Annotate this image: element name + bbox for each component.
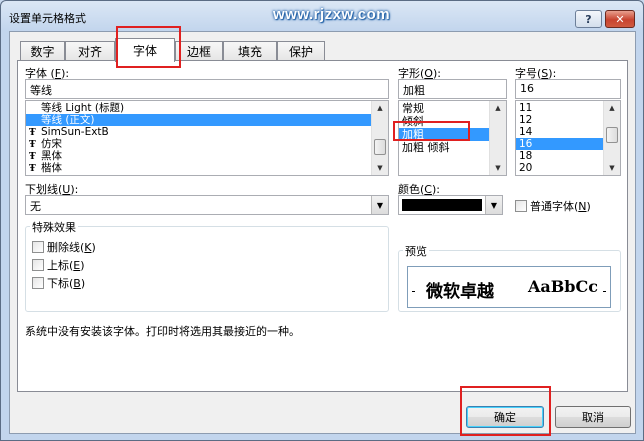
truetype-icon: Ŧ [29,164,36,174]
help-icon: ? [585,12,592,26]
color-swatch [402,199,482,211]
scroll-down-icon[interactable]: ▼ [372,161,388,175]
list-item[interactable]: 等线 (正文) [26,114,388,126]
tab-label: 边框 [186,45,211,59]
tab-fill[interactable]: 填充 [223,41,277,61]
underline-select[interactable]: 无 ▼ [25,195,389,215]
list-item[interactable]: Ŧ 仿宋 [26,138,388,150]
subscript-checkbox[interactable]: 下标(B) [32,275,85,291]
underline-value: 无 [30,200,41,213]
chevron-down-icon[interactable]: ▼ [371,196,388,214]
format-cells-dialog: 设置单元格格式 www.rjzxw.com ? ✕ 数字 对齐 字体 边框 填充… [0,0,644,441]
site-watermark: www.rjzxw.com [273,6,391,23]
checkbox-box[interactable] [32,241,44,253]
scroll-down-icon[interactable]: ▼ [490,161,506,175]
tab-number[interactable]: 数字 [20,41,65,61]
tab-alignment[interactable]: 对齐 [65,41,115,61]
tab-protection[interactable]: 保护 [277,41,325,61]
scroll-thumb[interactable] [374,139,386,155]
checkbox-box[interactable] [32,277,44,289]
tab-font[interactable]: 字体 [115,38,175,62]
dialog-body: 数字 对齐 字体 边框 填充 保护 字体 (F): 等线 等线 Light (标… [9,31,636,434]
font-style-list[interactable]: 常规 倾斜 加粗 加粗 倾斜 ▲ ▼ [398,100,507,176]
list-item[interactable]: Ŧ SimSun-ExtB [26,126,388,138]
preview-group: 预览 微软卓越 AaBbCc [398,243,621,312]
font-list[interactable]: 等线 Light (标题) 等线 (正文) Ŧ SimSun-ExtB Ŧ 仿宋 Ŧ… [25,100,389,176]
tab-label: 数字 [30,45,55,59]
tab-label: 字体 [132,44,157,58]
font-tab-panel: 字体 (F): 等线 等线 Light (标题) 等线 (正文) Ŧ SimSun… [17,60,628,392]
preview-group-label: 预览 [403,243,429,259]
checkbox-box[interactable] [515,200,527,212]
font-size-list[interactable]: 11 12 14 16 18 20 ▲ ▼ [515,100,621,176]
strikethrough-checkbox[interactable]: 删除线(K) [32,239,96,255]
close-button[interactable]: ✕ [605,10,635,28]
dialog-title: 设置单元格格式 [9,12,86,25]
preview-sample-cn: 微软卓越 [426,282,494,302]
help-button[interactable]: ? [575,10,602,28]
font-style-input[interactable]: 加粗 [398,79,507,99]
scroll-down-icon[interactable]: ▼ [604,161,620,175]
font-name-input[interactable]: 等线 [25,79,389,99]
cancel-button[interactable]: 取消 [555,406,631,428]
tab-border[interactable]: 边框 [175,41,223,61]
effects-group-label: 特殊效果 [30,219,78,235]
scroll-up-icon[interactable]: ▲ [372,101,388,115]
normal-font-checkbox[interactable]: 普通字体(N) [515,198,591,214]
superscript-checkbox[interactable]: 上标(E) [32,257,85,273]
preview-box: 微软卓越 AaBbCc [407,266,611,308]
preview-sample-en: AaBbCc [528,277,598,296]
title-bar[interactable]: 设置单元格格式 www.rjzxw.com ? ✕ [1,1,643,31]
close-icon: ✕ [615,12,625,26]
font-info-text: 系统中没有安装该字体。打印时将选用其最接近的一种。 [25,325,300,338]
size-list-scrollbar[interactable]: ▲ ▼ [603,101,620,175]
ok-button[interactable]: 确定 [466,406,544,428]
font-list-scrollbar[interactable]: ▲ ▼ [371,101,388,175]
scroll-up-icon[interactable]: ▲ [490,101,506,115]
scroll-thumb[interactable] [606,127,618,143]
list-item[interactable]: Ŧ 黑体 [26,150,388,162]
scroll-up-icon[interactable]: ▲ [604,101,620,115]
style-list-scrollbar[interactable]: ▲ ▼ [489,101,506,175]
list-item[interactable]: Ŧ 楷体 [26,162,388,174]
tab-label: 保护 [288,45,313,59]
checkbox-box[interactable] [32,259,44,271]
color-picker[interactable]: ▼ [398,195,503,215]
tab-label: 填充 [237,45,262,59]
chevron-down-icon[interactable]: ▼ [485,196,502,214]
effects-group: 特殊效果 删除线(K) 上标(E) 下标(B) [25,219,389,312]
font-size-input[interactable]: 16 [515,79,621,99]
list-item[interactable]: 等线 Light (标题) [26,102,388,114]
tab-label: 对齐 [77,45,102,59]
